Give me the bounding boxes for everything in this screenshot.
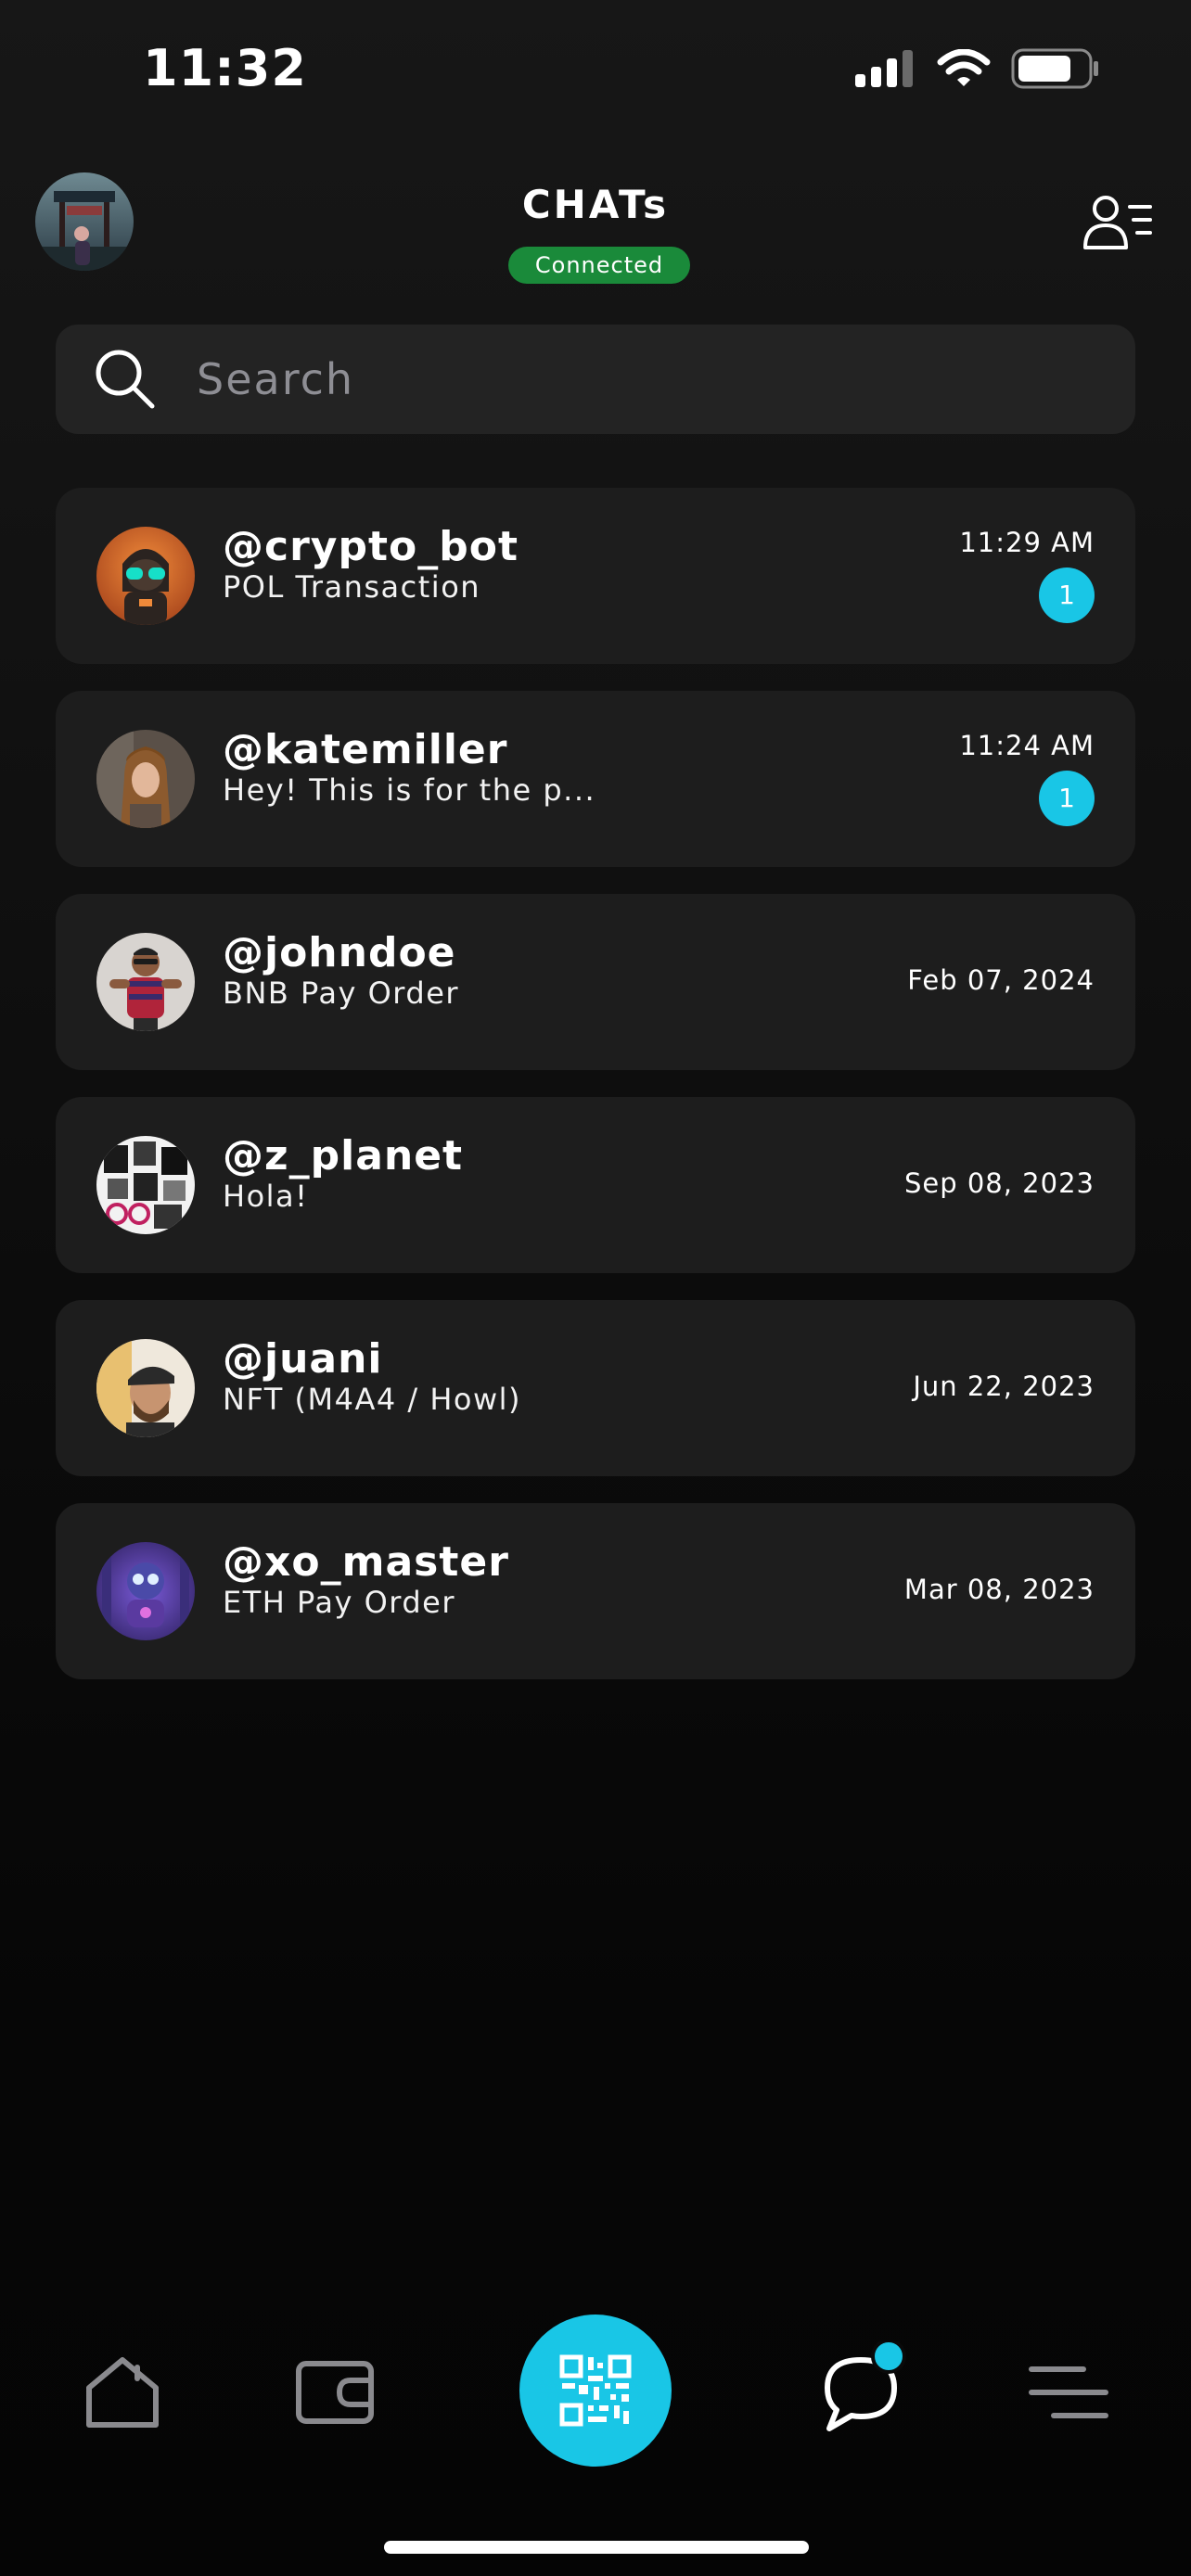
chat-name: @katemiller [223, 726, 508, 773]
bottom-nav [0, 2290, 1191, 2513]
status-icons [855, 48, 1100, 89]
menu-icon [1029, 2366, 1108, 2418]
chat-item-katemiller[interactable]: @katemiller Hey! This is for the p... 11… [56, 691, 1135, 867]
chat-time: Mar 08, 2023 [903, 1574, 1095, 1605]
chat-preview: Hey! This is for the p... [223, 772, 596, 808]
chat-time: 11:24 AM [959, 730, 1095, 761]
chat-item-xo-master[interactable]: @xo_master ETH Pay Order Mar 08, 2023 [56, 1503, 1135, 1679]
nav-wallet-button[interactable] [284, 2348, 386, 2437]
search-icon [96, 350, 155, 409]
chat-item-johndoe[interactable]: @johndoe BNB Pay Order Feb 07, 2024 [56, 894, 1135, 1070]
wifi-icon [937, 49, 991, 86]
chat-time: Feb 07, 2024 [907, 964, 1095, 996]
chat-name: @xo_master [223, 1538, 509, 1586]
home-icon [86, 2357, 159, 2428]
qr-scan-button[interactable] [519, 2315, 672, 2467]
chat-item-z-planet[interactable]: @z_planet Hola! Sep 08, 2023 [56, 1097, 1135, 1273]
avatar [96, 933, 195, 1031]
avatar [96, 1136, 195, 1234]
chat-name: @juani [223, 1335, 383, 1383]
avatar [96, 1542, 195, 1640]
avatar [96, 730, 195, 828]
chat-name: @johndoe [223, 929, 456, 976]
chat-name: @crypto_bot [223, 523, 519, 570]
chat-time: Sep 08, 2023 [903, 1167, 1095, 1199]
avatar [96, 527, 195, 625]
chat-list: @crypto_bot POL Transaction 11:29 AM 1 @… [56, 488, 1135, 1706]
qr-scan-icon [559, 2354, 632, 2427]
status-time: 11:32 [143, 39, 307, 97]
chat-bubble-icon [825, 2341, 906, 2431]
chat-preview: NFT (M4A4 / Howl) [223, 1382, 522, 1417]
wallet-icon [296, 2361, 374, 2424]
avatar [96, 1339, 195, 1437]
signal-icon [855, 50, 913, 87]
battery-icon [1011, 48, 1098, 89]
chat-item-crypto-bot[interactable]: @crypto_bot POL Transaction 11:29 AM 1 [56, 488, 1135, 664]
chat-name: @z_planet [223, 1132, 464, 1180]
nav-chats-button[interactable] [813, 2337, 915, 2439]
contacts-button[interactable] [1082, 185, 1156, 260]
chat-preview: POL Transaction [223, 569, 481, 605]
search-bar[interactable] [56, 325, 1135, 434]
unread-badge: 1 [1039, 771, 1095, 826]
nav-home-button[interactable] [76, 2346, 169, 2439]
chat-time: 11:29 AM [959, 527, 1095, 558]
chat-preview: Hola! [223, 1179, 309, 1214]
chat-preview: ETH Pay Order [223, 1585, 456, 1620]
chat-item-juani[interactable]: @juani NFT (M4A4 / Howl) Jun 22, 2023 [56, 1300, 1135, 1476]
page-title: CHATs [521, 182, 670, 227]
unread-badge: 1 [1039, 567, 1095, 623]
nav-menu-button[interactable] [1024, 2348, 1113, 2437]
chat-time: Jun 22, 2023 [913, 1371, 1095, 1402]
connection-status-badge: Connected [508, 247, 690, 284]
chat-preview: BNB Pay Order [223, 976, 460, 1011]
contacts-list-icon [1083, 196, 1152, 249]
home-indicator [384, 2541, 809, 2554]
search-input[interactable] [195, 341, 1135, 417]
